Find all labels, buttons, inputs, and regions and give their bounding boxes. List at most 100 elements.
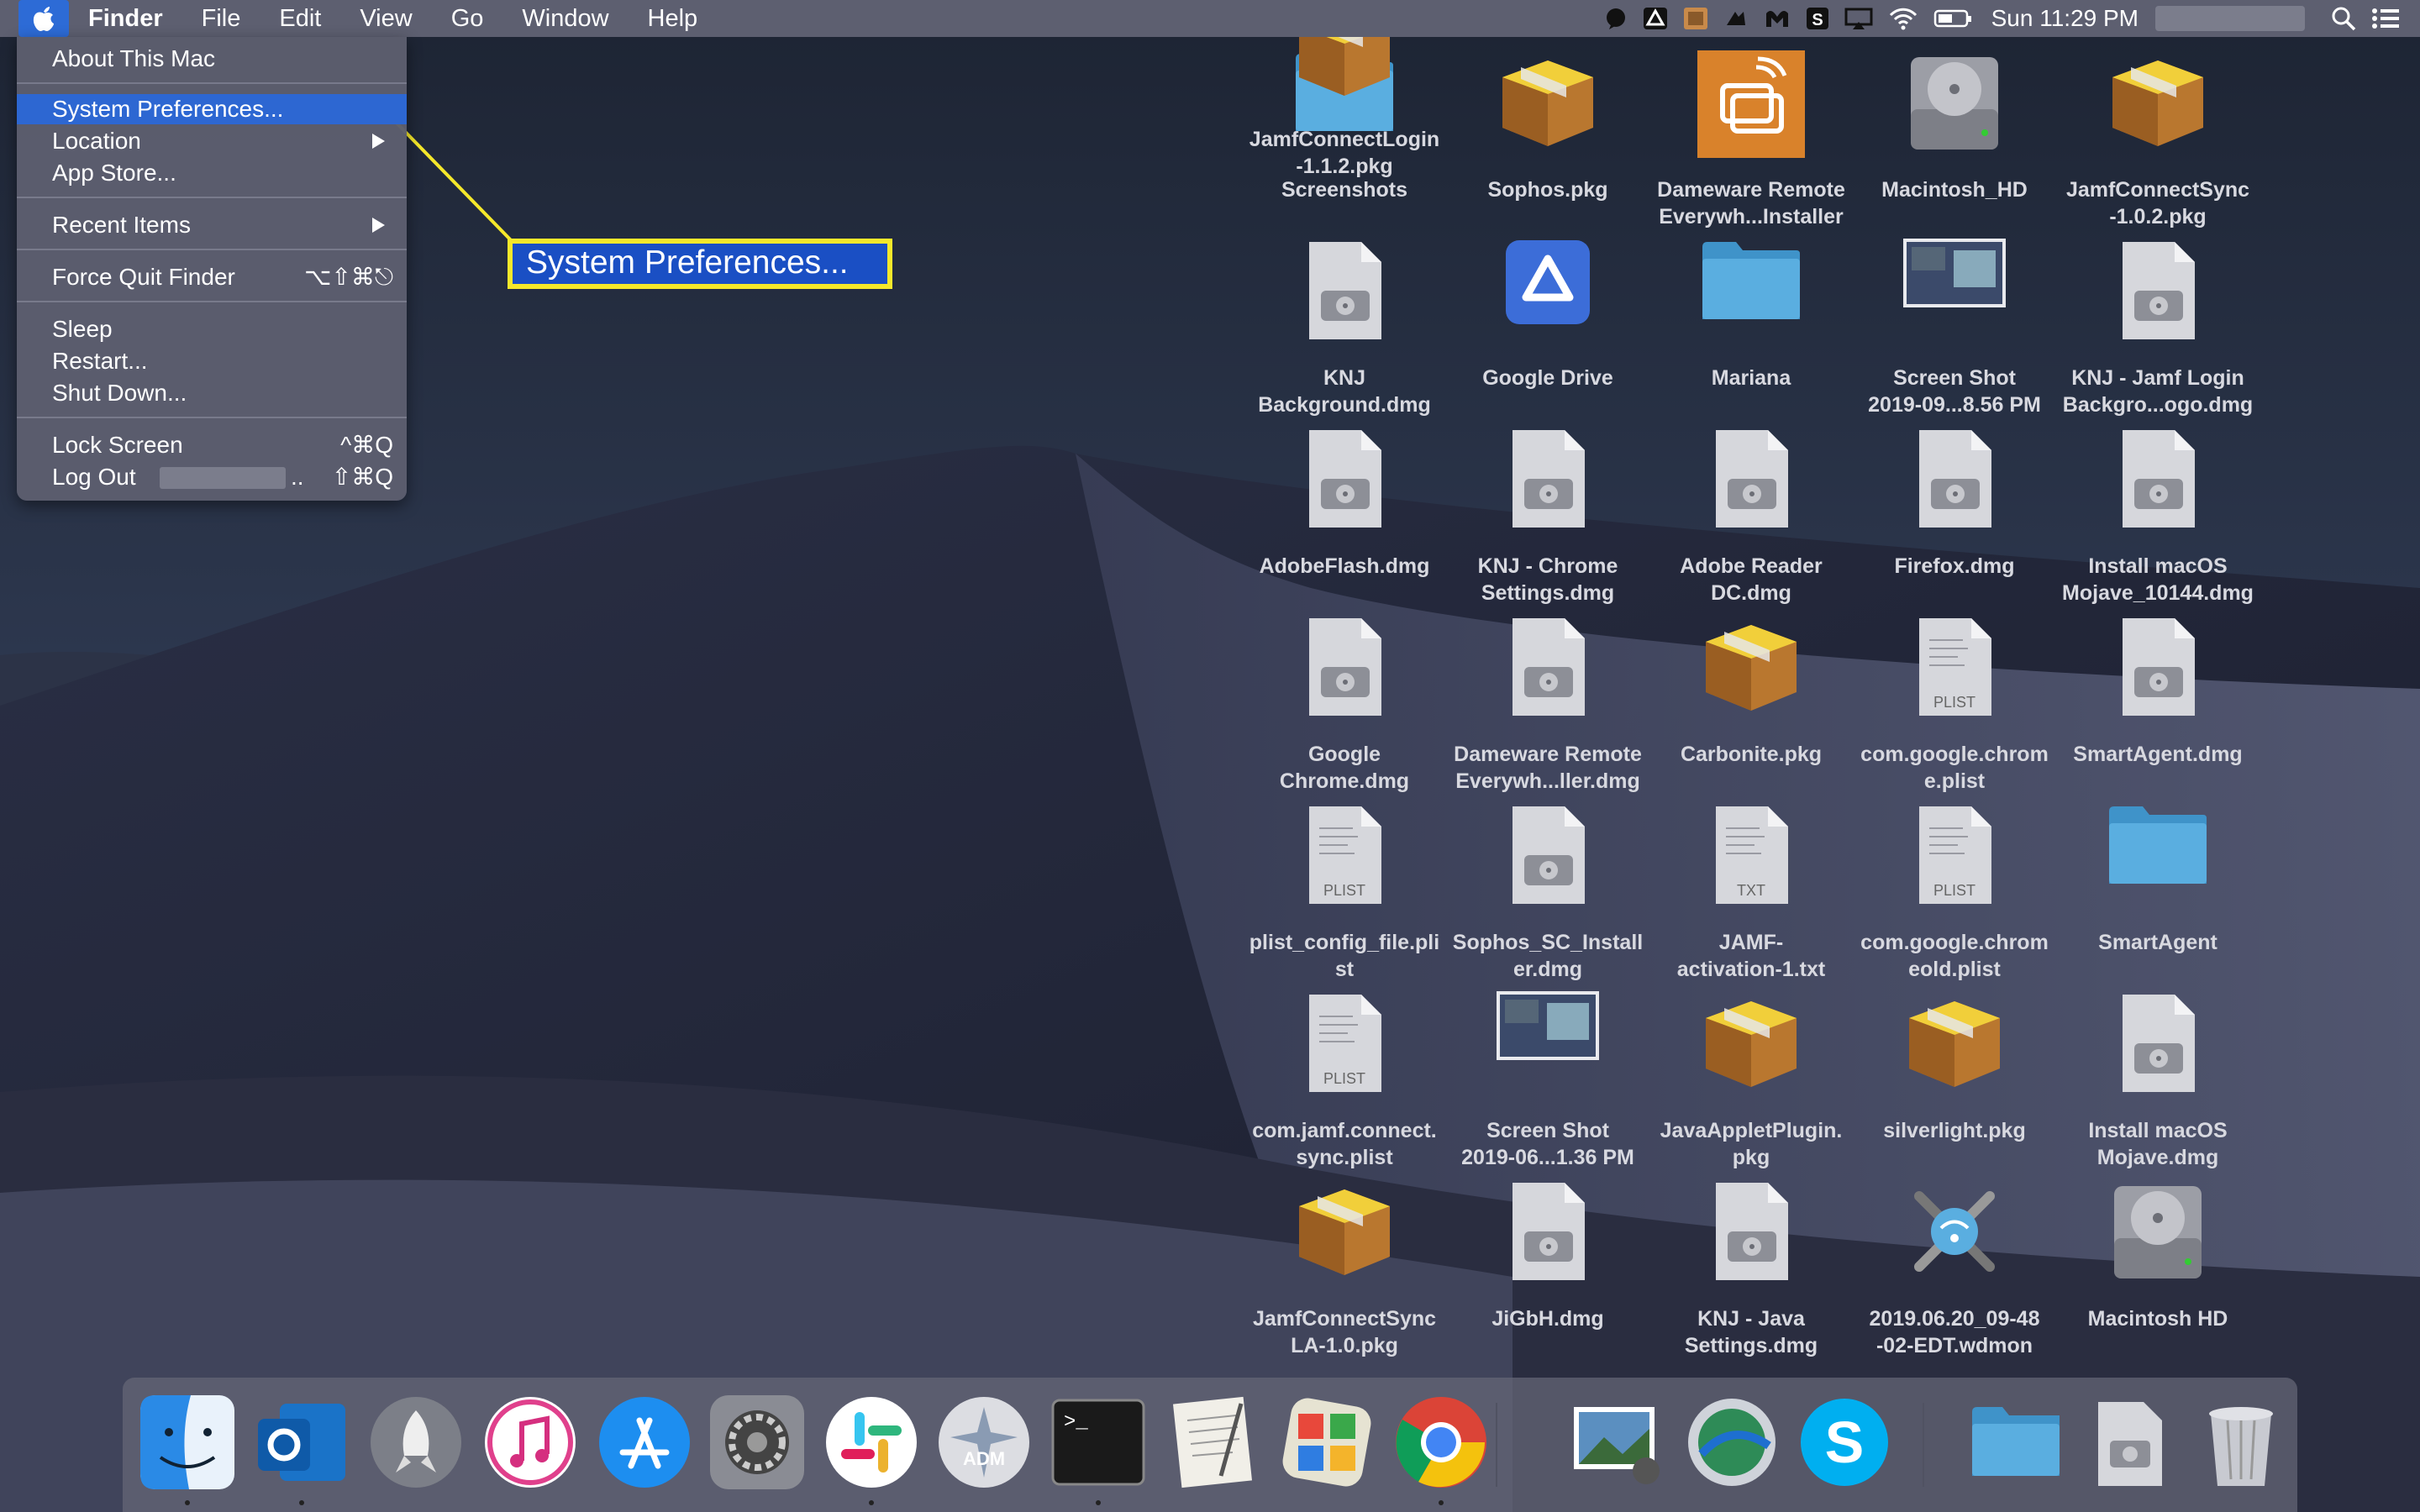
notification-icon[interactable] [1604, 0, 1628, 37]
chrome-icon[interactable] [1392, 1393, 1491, 1492]
desktop-icon-label: Firefox.dmg [1894, 554, 2015, 578]
file-type-badge: PLIST [1323, 882, 1366, 899]
plist-file-icon: PLIST [1854, 615, 2055, 719]
package-icon [1650, 615, 1852, 716]
plist-file-icon: PLIST [1244, 803, 1445, 907]
desktop-icon-label: KNJ - Jamf Login Backgro...ogo.dmg [2062, 366, 2254, 417]
desktop-icon-label: AdobeFlash.dmg [1259, 554, 1430, 578]
system-preferences-icon[interactable] [708, 1393, 807, 1492]
desktop-icon-label: com.jamf.connect. sync.plist [1252, 1119, 1437, 1169]
menu-item-label: Location [52, 128, 141, 154]
package-icon [2057, 50, 2259, 151]
desktop-icon-label: 2019.06.20_09-48 -02-EDT.wdmon [1869, 1307, 2040, 1357]
spotlight-search-icon[interactable] [2331, 0, 2356, 37]
plist-file-icon: PLIST [1244, 991, 1445, 1095]
desktop-icon-label: Dameware Remote Everywh...Installer [1657, 178, 1845, 228]
desktop-icon-label: com.google.chrom e.plist [1860, 743, 2049, 793]
documents-stack-icon[interactable] [1966, 1393, 2065, 1492]
menu-item-location[interactable]: Location [17, 126, 407, 156]
wifi-icon[interactable] [1888, 0, 1918, 37]
dock-separator [1496, 1403, 1497, 1487]
terminal-prompt: >_ [1064, 1411, 1088, 1434]
menu-item-force-quit[interactable]: Force Quit Finder ⌥⇧⌘⎋ [17, 262, 407, 292]
menu-finder[interactable]: Finder [69, 0, 182, 37]
menu-item-shut-down[interactable]: Shut Down... [17, 378, 407, 408]
menu-window[interactable]: Window [502, 0, 628, 37]
apple-menu-button[interactable] [18, 0, 69, 37]
app-store-icon[interactable] [595, 1393, 694, 1492]
textedit-icon[interactable] [1163, 1393, 1262, 1492]
finder-icon[interactable] [138, 1393, 237, 1492]
submenu-arrow-icon [372, 218, 385, 233]
menu-separator [17, 197, 407, 198]
battery-icon[interactable] [1933, 0, 1972, 37]
menu-item-restart[interactable]: Restart... [17, 346, 407, 376]
running-indicator [1096, 1500, 1101, 1505]
adm-icon[interactable]: ADM [934, 1393, 1034, 1492]
menu-item-log-out[interactable]: Log Out .. ⇧⌘Q [17, 462, 407, 492]
launchpad-icon[interactable] [366, 1393, 466, 1492]
disk-image-icon [1244, 427, 1445, 531]
vpn-client-icon[interactable] [1682, 1393, 1781, 1492]
user-name-redacted[interactable] [2155, 6, 2305, 31]
menu-item-about-this-mac[interactable]: About This Mac [17, 44, 407, 74]
svg-text:S: S [1825, 1410, 1865, 1475]
trash-icon[interactable] [2191, 1393, 2291, 1492]
callout-label: System Preferences... [508, 239, 892, 289]
outlook-icon[interactable] [252, 1393, 351, 1492]
disk-image-icon [1447, 427, 1649, 531]
running-indicator [1439, 1500, 1444, 1505]
disk-image-icon [1447, 1179, 1649, 1284]
disk-image-icon [1650, 427, 1852, 531]
menu-help[interactable]: Help [629, 0, 718, 37]
menu-file[interactable]: File [182, 0, 260, 37]
menu-item-label: Recent Items [52, 212, 191, 238]
desktop-icon-label: Adobe Reader DC.dmg [1680, 554, 1823, 605]
desktop-icon-label: SmartAgent.dmg [2073, 743, 2243, 766]
menu-item-app-store[interactable]: App Store... [17, 158, 407, 188]
slack-icon[interactable] [822, 1393, 921, 1492]
running-indicator [185, 1500, 190, 1505]
malwarebytes-icon[interactable] [1764, 0, 1791, 37]
desktop-icon-label: Macintosh_HD [1881, 178, 2028, 202]
desktop-icon-label: JAMF- activation-1.txt [1676, 931, 1826, 981]
disk-image-icon [1244, 239, 1445, 343]
running-indicator [869, 1500, 874, 1505]
desktop-icon-label: Google Chrome.dmg [1279, 743, 1410, 793]
dropbox-like-icon[interactable] [1723, 0, 1749, 37]
menu-edit[interactable]: Edit [260, 0, 340, 37]
package-icon [1854, 991, 2055, 1092]
menu-item-label: App Store... [52, 160, 176, 186]
running-indicator [299, 1500, 304, 1505]
notification-center-icon[interactable] [2371, 0, 2400, 37]
terminal-icon[interactable]: >_ [1049, 1393, 1148, 1492]
disk-image-icon [1854, 427, 2055, 531]
skype-icon[interactable]: S [1795, 1393, 1894, 1492]
package-icon [1447, 50, 1649, 151]
menu-item-system-preferences[interactable]: System Preferences... [17, 94, 407, 124]
menu-separator [17, 82, 407, 84]
menu-item-label-suffix: .. [291, 464, 304, 490]
desktop-icon-label: KNJ - Java Settings.dmg [1684, 1307, 1818, 1357]
menu-bar: Finder File Edit View Go Window Help S S… [0, 0, 2420, 37]
menu-item-lock-screen[interactable]: Lock Screen ^⌘Q [17, 430, 407, 460]
downloads-stack-icon[interactable] [2079, 1393, 2178, 1492]
menu-bar-clock[interactable]: Sun 11:29 PM [1991, 5, 2139, 32]
screenshot-thumbnail-icon [1854, 239, 2055, 307]
skype-status-icon[interactable]: S [1806, 0, 1829, 37]
menu-item-sleep[interactable]: Sleep [17, 314, 407, 344]
photo-app-icon[interactable] [1277, 1393, 1376, 1492]
menu-separator [17, 417, 407, 418]
airplay-icon[interactable] [1844, 0, 1873, 37]
preview-icon[interactable] [1568, 1393, 1667, 1492]
menu-item-label: Sleep [52, 316, 113, 342]
desktop-icon-label: Sophos_SC_Install er.dmg [1452, 931, 1644, 981]
menu-item-recent-items[interactable]: Recent Items [17, 210, 407, 240]
menu-go[interactable]: Go [432, 0, 503, 37]
itunes-icon[interactable] [481, 1393, 580, 1492]
file-type-badge: PLIST [1933, 882, 1976, 899]
menu-view[interactable]: View [340, 0, 431, 37]
google-drive-icon[interactable] [1643, 0, 1668, 37]
menu-app-icon[interactable] [1683, 0, 1708, 37]
adm-label: ADM [962, 1448, 1006, 1469]
